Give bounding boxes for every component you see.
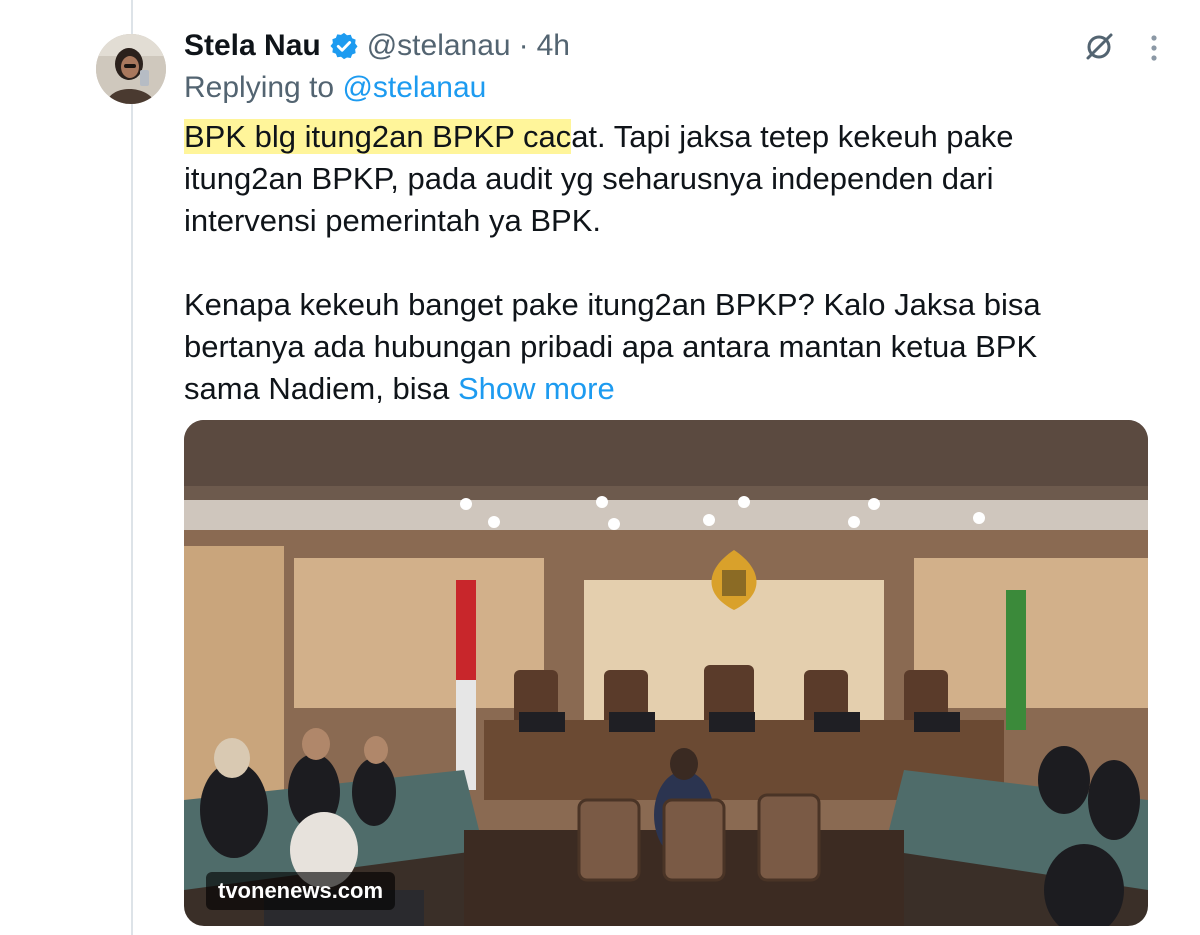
- tweet-text-line-6-text: sama Nadiem, bisa: [184, 371, 458, 406]
- avatar[interactable]: [96, 34, 166, 104]
- display-name[interactable]: Stela Nau: [184, 28, 321, 64]
- tweet-text-line-4: Kenapa kekeuh banget pake itung2an BPKP?…: [184, 287, 1041, 322]
- tweet-text-line-5: bertanya ada hubungan pribadi apa antara…: [184, 329, 1038, 364]
- tweet-text: BPK blg itung2an BPKP cacat. Tapi jaksa …: [184, 116, 1144, 410]
- tweet-text-line-1: BPK blg itung2an BPKP cacat. Tapi jaksa …: [184, 116, 1144, 158]
- grok-icon[interactable]: [1082, 30, 1116, 64]
- replying-to: Replying to @stelanau: [184, 70, 486, 106]
- reply-handle-link[interactable]: @stelanau: [342, 71, 486, 104]
- tweet-page: Stela Nau @stelanau · 4h Replying to @st…: [0, 0, 1200, 935]
- more-vertical-icon[interactable]: [1144, 30, 1164, 66]
- avatar-photo: [96, 34, 166, 104]
- courtroom-photo: [184, 420, 1148, 926]
- media-watermark: tvonenews.com: [206, 872, 396, 910]
- thread-connector-line: [131, 0, 133, 935]
- tweet-header: Stela Nau @stelanau · 4h: [184, 28, 570, 64]
- user-handle[interactable]: @stelanau: [367, 28, 511, 64]
- show-more-link[interactable]: Show more: [458, 371, 615, 406]
- tweet-text-line-2: itung2an BPKP, pada audit yg seharusnya …: [184, 161, 994, 196]
- header-separator: ·: [518, 29, 529, 62]
- tweet-media[interactable]: tvonenews.com: [184, 420, 1148, 926]
- tweet-time[interactable]: 4h: [537, 28, 570, 64]
- highlighted-text: BPK blg itung2an BPKP cac: [184, 119, 572, 154]
- tweet-text-line-3: intervensi pemerintah ya BPK.: [184, 203, 601, 238]
- verified-badge-icon: [329, 31, 359, 61]
- tweet-text-line-6: sama Nadiem, bisa Show more: [184, 368, 1144, 410]
- replying-to-label: Replying to: [184, 71, 335, 104]
- tweet-text-line-1-rest: at. Tapi jaksa tetep kekeuh pake: [571, 119, 1014, 154]
